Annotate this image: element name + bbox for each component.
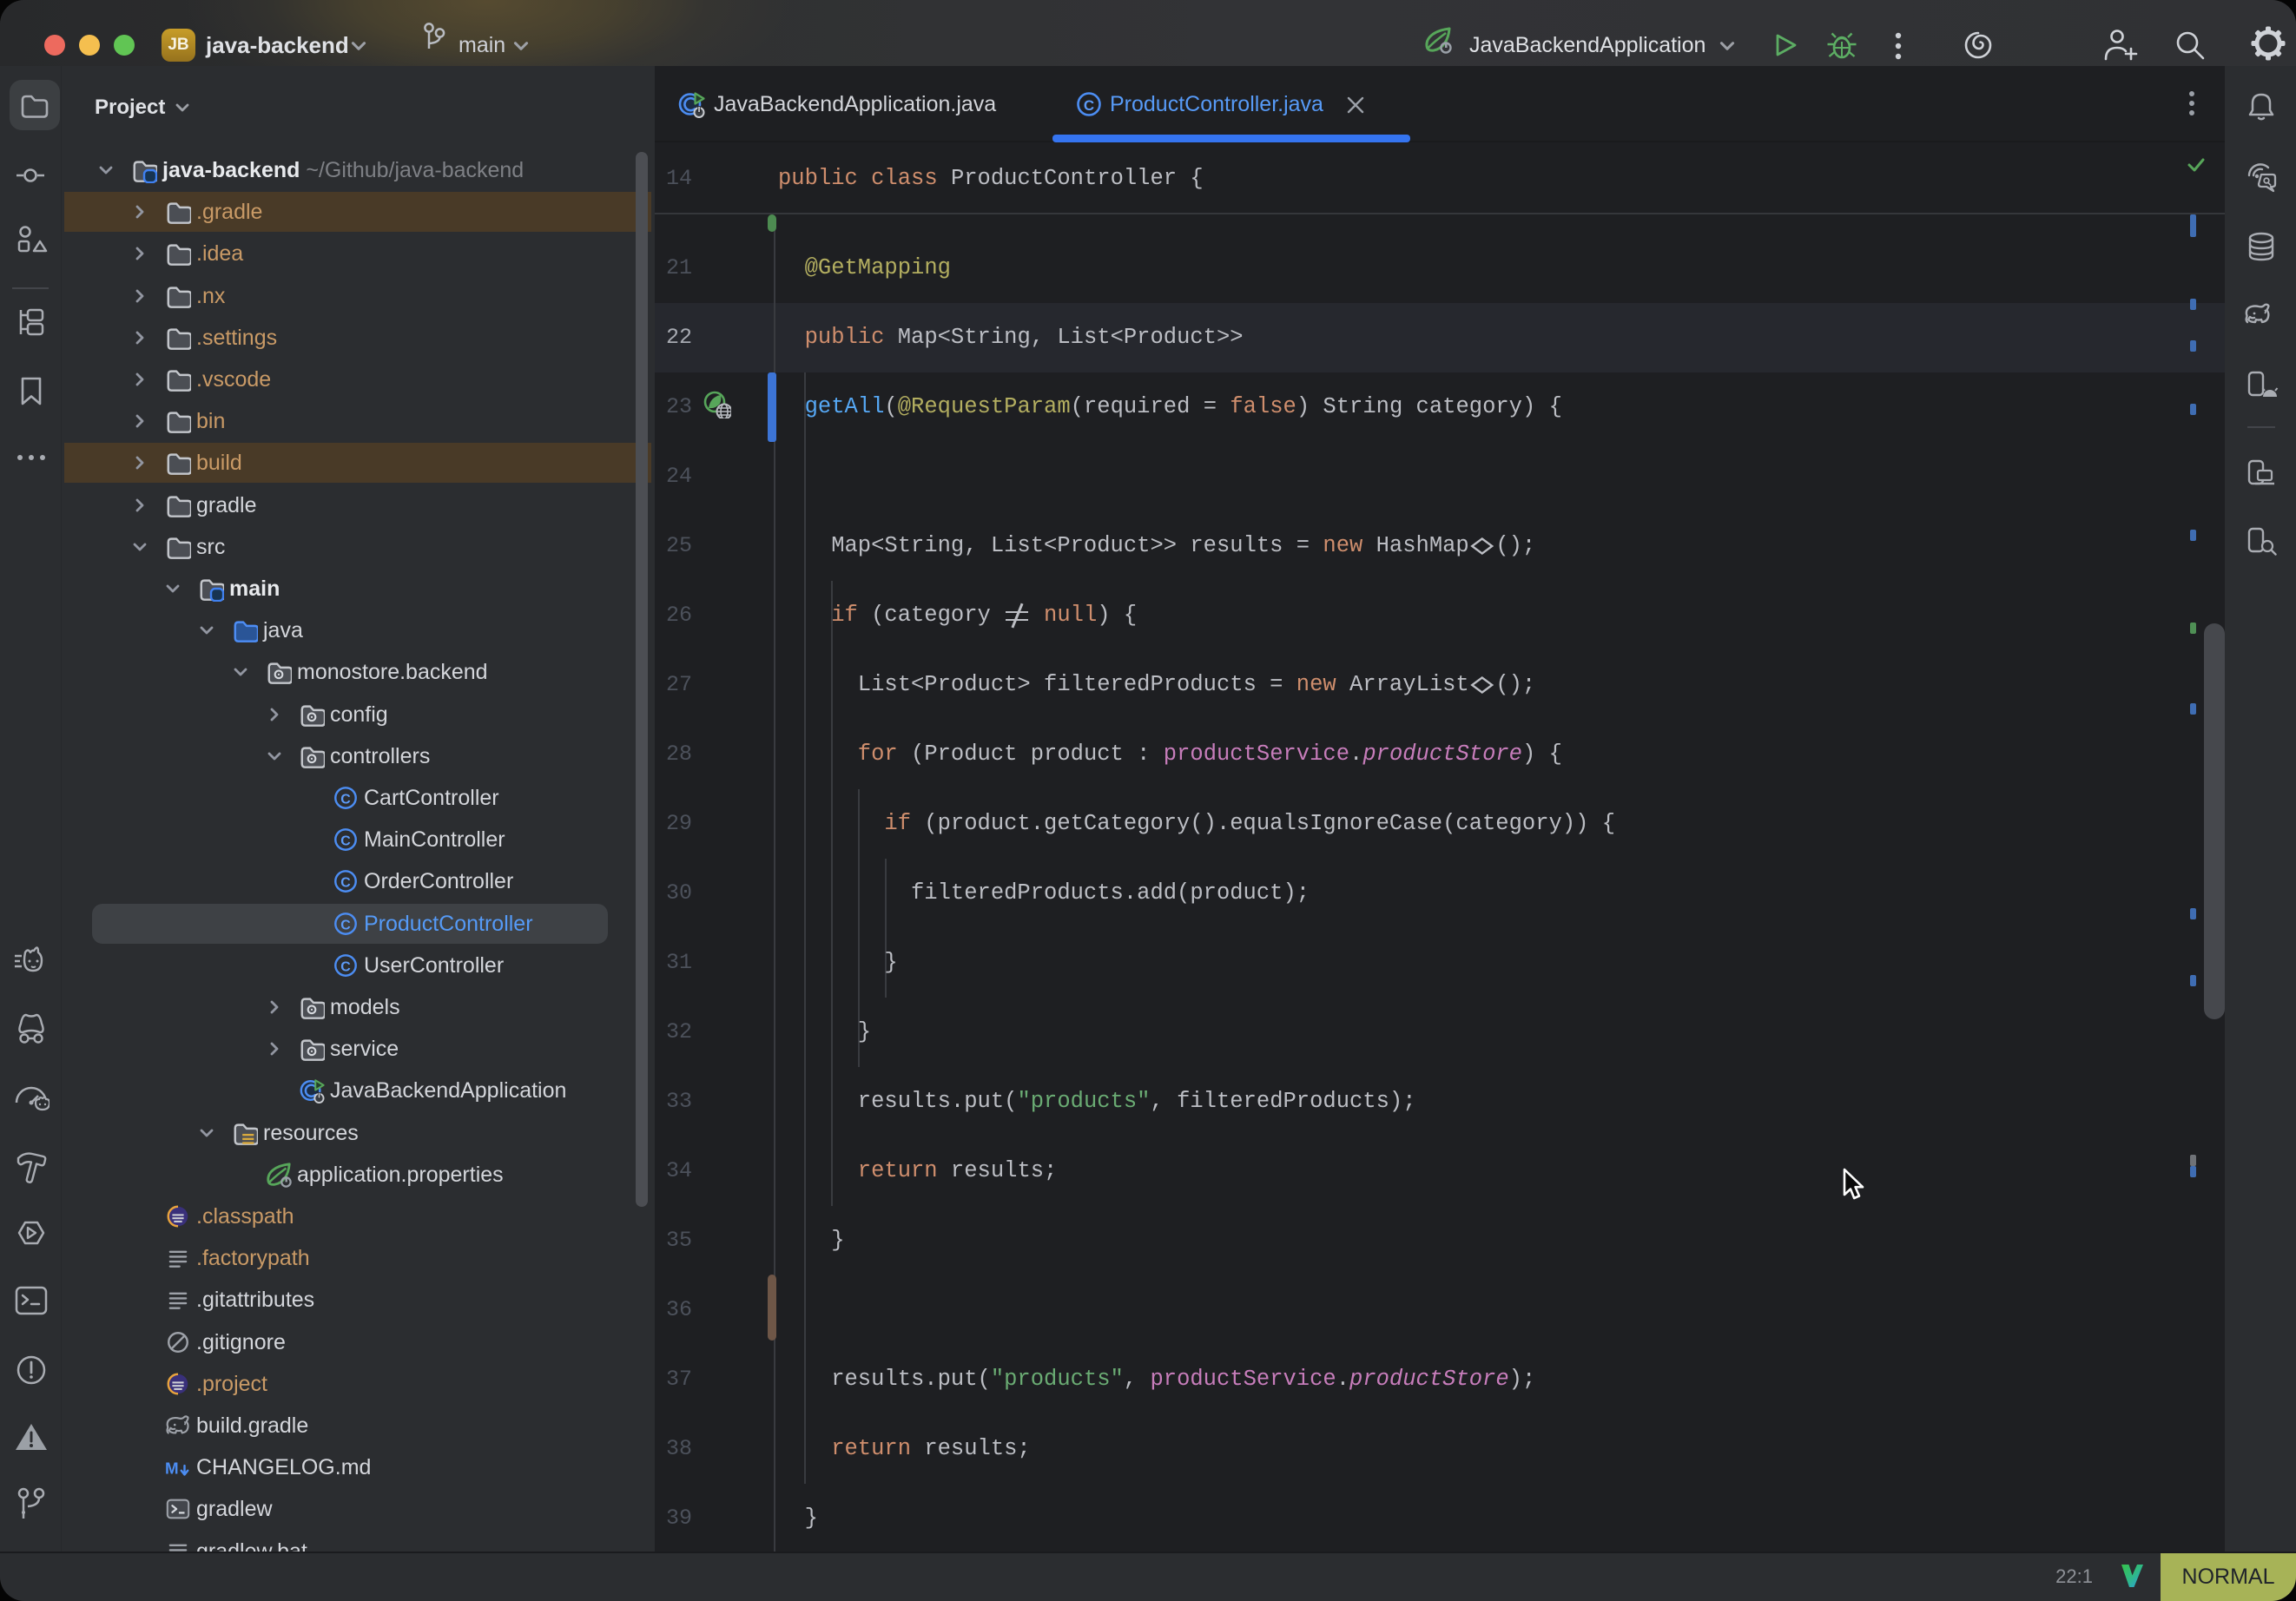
svg-text:M: M <box>165 1459 179 1478</box>
svg-text:C: C <box>340 960 351 975</box>
svg-text:C: C <box>340 919 351 933</box>
svg-text:C: C <box>340 793 351 807</box>
svg-text:C: C <box>340 834 351 849</box>
svg-text:C: C <box>1084 97 1094 114</box>
svg-text:C: C <box>340 876 351 891</box>
